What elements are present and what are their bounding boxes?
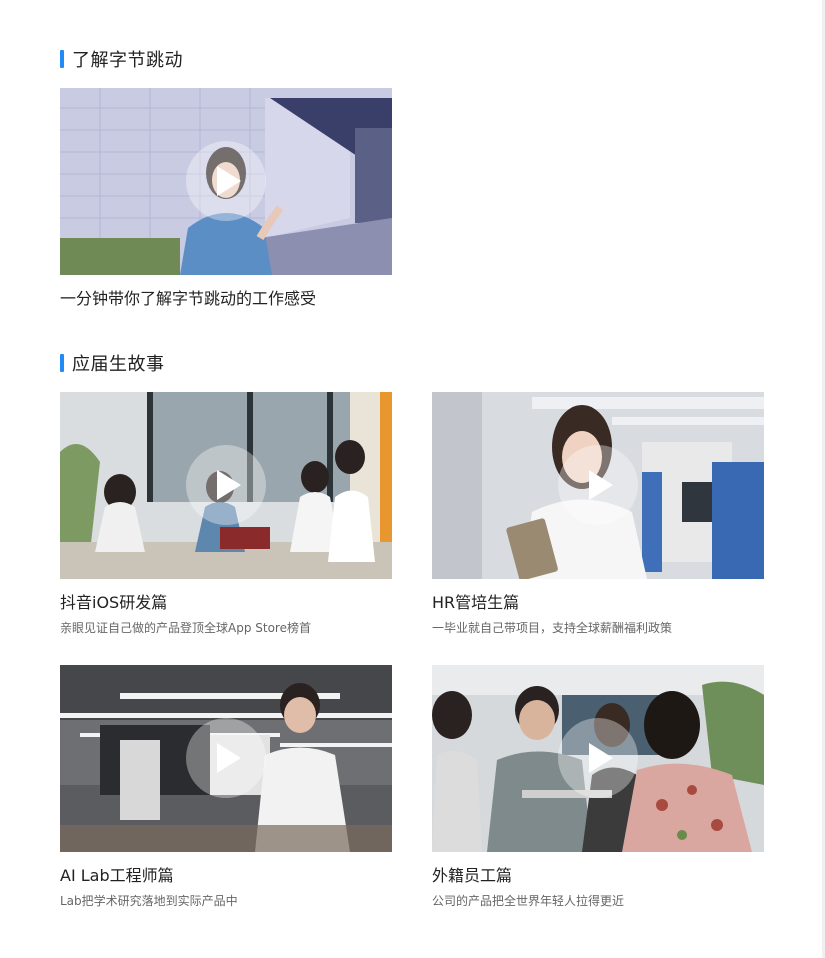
play-icon <box>217 743 241 773</box>
video-thumbnail[interactable] <box>60 392 392 579</box>
video-card-intro[interactable]: 一分钟带你了解字节跳动的工作感受 <box>60 88 392 309</box>
video-card-ailab[interactable]: AI Lab工程师篇 Lab把学术研究落地到实际产品中 <box>60 665 392 908</box>
video-title[interactable]: 一分钟带你了解字节跳动的工作感受 <box>60 289 392 309</box>
video-thumbnail[interactable] <box>432 665 764 852</box>
video-description: 公司的产品把全世界年轻人拉得更近 <box>432 894 625 908</box>
video-description: 亲眼见证自己做的产品登顶全球App Store榜首 <box>60 621 311 635</box>
play-icon <box>589 470 613 500</box>
section-title-graduates: 应届生故事 <box>60 353 165 375</box>
video-thumbnail[interactable] <box>60 665 392 852</box>
play-button[interactable] <box>558 718 638 798</box>
video-card-ios[interactable]: 抖音iOS研发篇 亲眼见证自己做的产品登顶全球App Store榜首 <box>60 392 392 635</box>
video-title[interactable]: 外籍员工篇 <box>432 866 764 886</box>
video-title[interactable]: AI Lab工程师篇 <box>60 866 392 886</box>
play-icon <box>589 743 613 773</box>
play-icon <box>217 166 241 196</box>
video-title[interactable]: 抖音iOS研发篇 <box>60 593 392 613</box>
section-title-about: 了解字节跳动 <box>60 49 183 71</box>
video-description: Lab把学术研究落地到实际产品中 <box>60 894 238 908</box>
play-button[interactable] <box>186 718 266 798</box>
section-title-text: 了解字节跳动 <box>72 50 183 71</box>
video-card-hr[interactable]: HR管培生篇 一毕业就自己带项目，支持全球薪酬福利政策 <box>432 392 764 635</box>
play-icon <box>217 470 241 500</box>
video-thumbnail[interactable] <box>432 392 764 579</box>
play-button[interactable] <box>558 445 638 525</box>
section-title-text: 应届生故事 <box>72 354 165 375</box>
accent-bar <box>60 354 64 372</box>
video-thumbnail[interactable] <box>60 88 392 275</box>
video-title[interactable]: HR管培生篇 <box>432 593 764 613</box>
accent-bar <box>60 50 64 68</box>
video-card-foreign[interactable]: 外籍员工篇 公司的产品把全世界年轻人拉得更近 <box>432 665 764 908</box>
video-description: 一毕业就自己带项目，支持全球薪酬福利政策 <box>432 621 673 635</box>
play-button[interactable] <box>186 445 266 525</box>
play-button[interactable] <box>186 141 266 221</box>
